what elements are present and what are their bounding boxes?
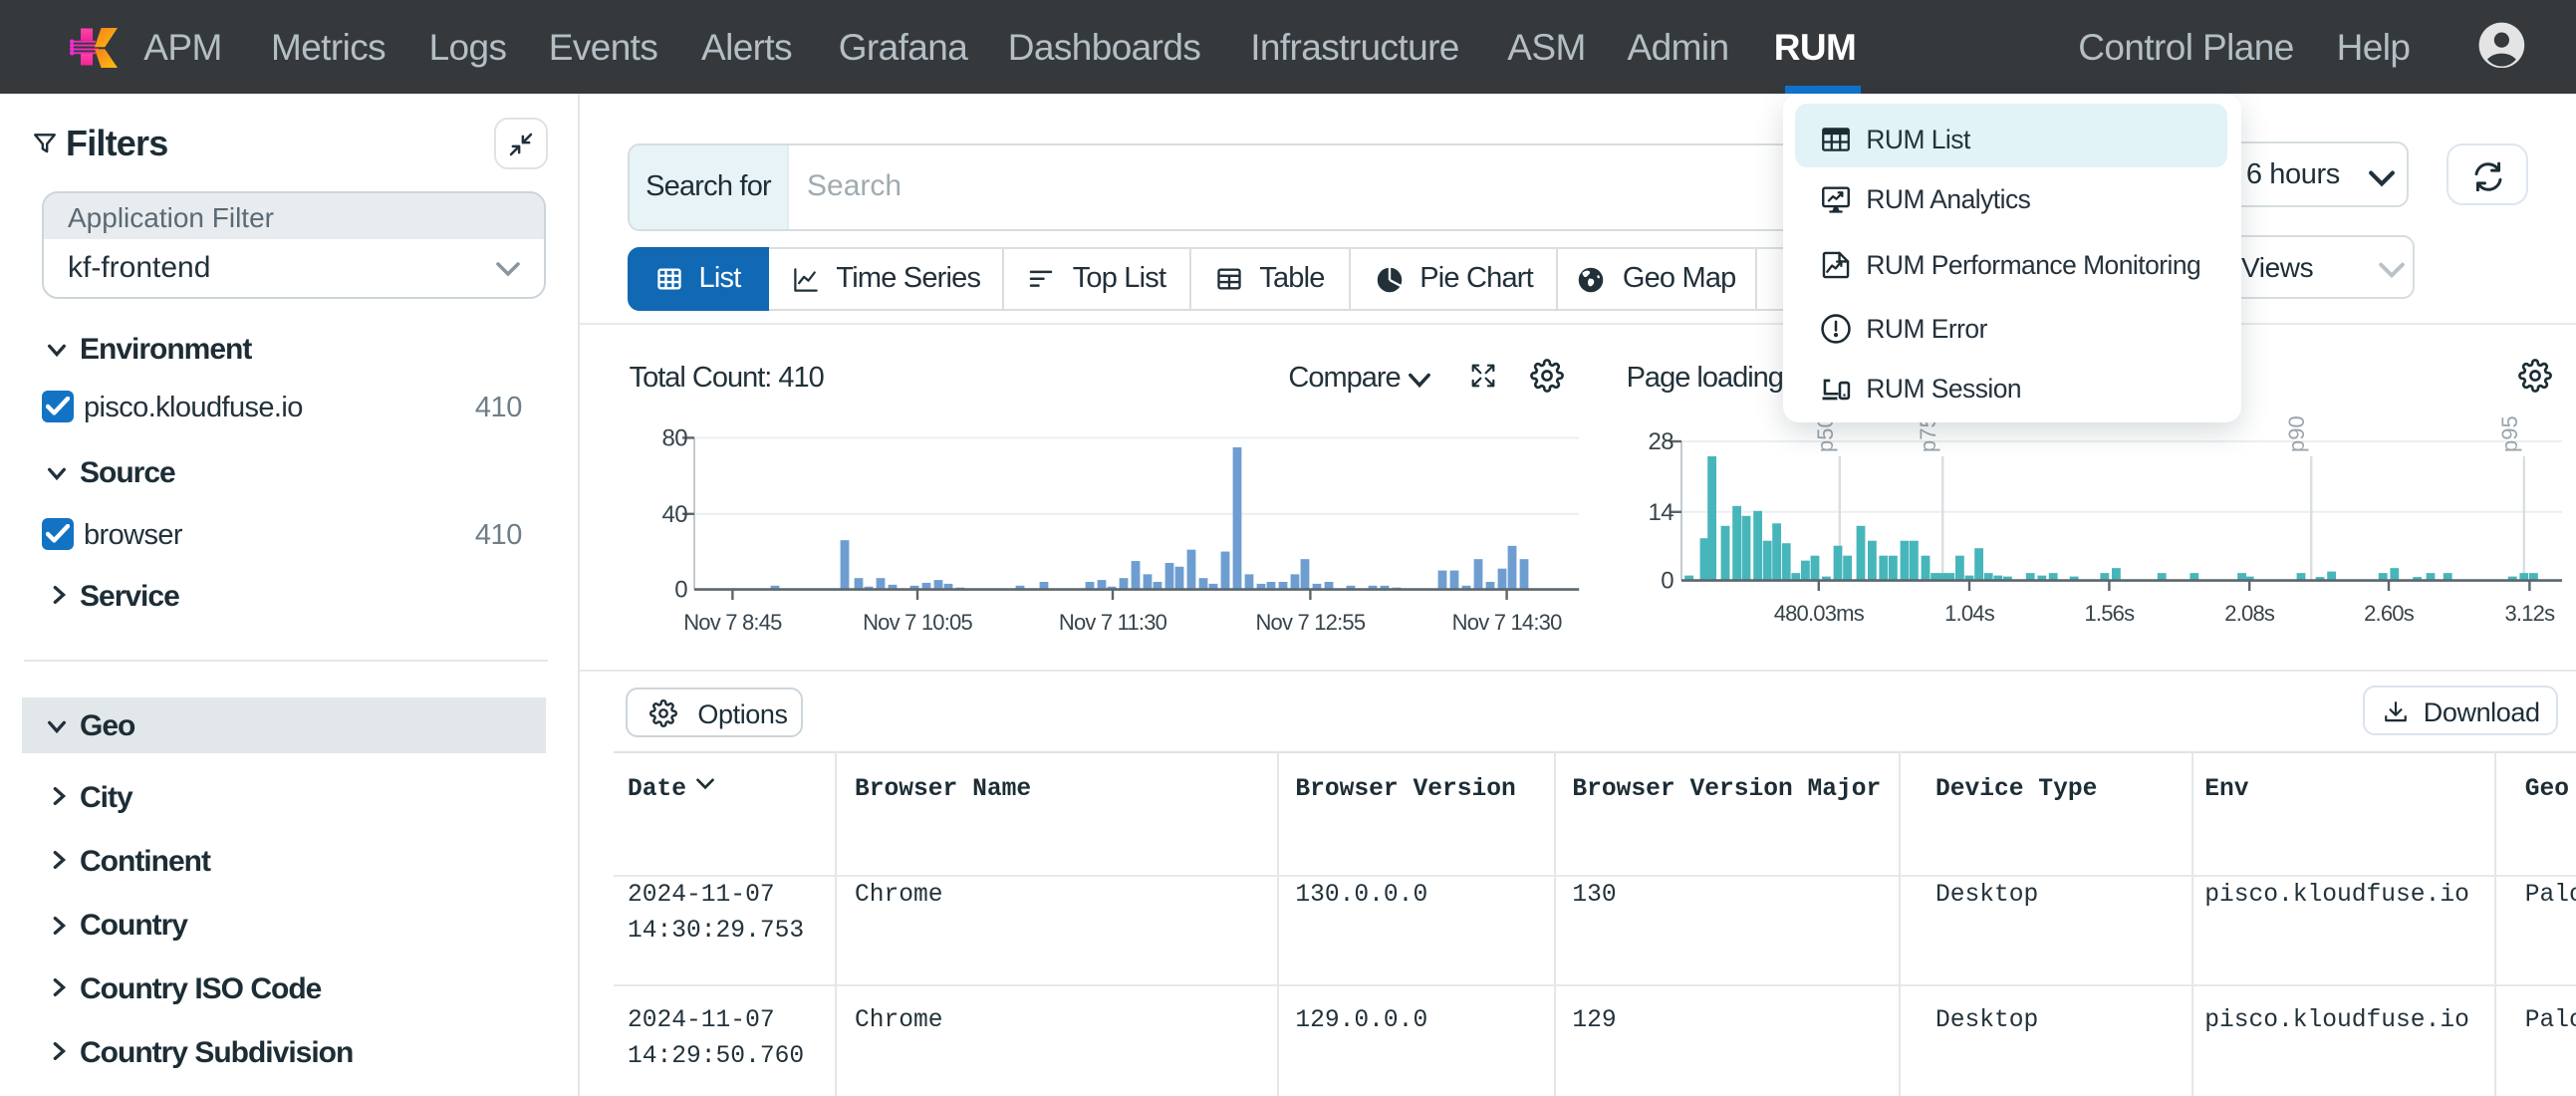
- svg-text:28: 28: [1649, 428, 1674, 455]
- svg-text:Nov 7 11:30: Nov 7 11:30: [1059, 610, 1167, 635]
- svg-text:1.56s: 1.56s: [2084, 601, 2135, 626]
- svg-text:14: 14: [1649, 499, 1674, 526]
- svg-text:2.08s: 2.08s: [2224, 601, 2275, 626]
- svg-text:Nov 7 14:30: Nov 7 14:30: [1452, 610, 1562, 635]
- svg-text:2.60s: 2.60s: [2364, 601, 2415, 626]
- svg-text:80: 80: [662, 424, 688, 451]
- svg-text:40: 40: [662, 501, 688, 528]
- svg-text:3.12s: 3.12s: [2504, 601, 2555, 626]
- svg-text:p95: p95: [2497, 415, 2522, 452]
- svg-text:1.04s: 1.04s: [1944, 601, 1995, 626]
- svg-text:480.03ms: 480.03ms: [1774, 601, 1865, 626]
- svg-text:p90: p90: [2284, 415, 2309, 452]
- svg-text:Nov 7 12:55: Nov 7 12:55: [1255, 610, 1365, 635]
- svg-text:0: 0: [674, 577, 687, 604]
- svg-text:Nov 7 8:45: Nov 7 8:45: [683, 610, 782, 635]
- svg-text:Nov 7 10:05: Nov 7 10:05: [863, 610, 972, 635]
- svg-text:0: 0: [1661, 568, 1674, 595]
